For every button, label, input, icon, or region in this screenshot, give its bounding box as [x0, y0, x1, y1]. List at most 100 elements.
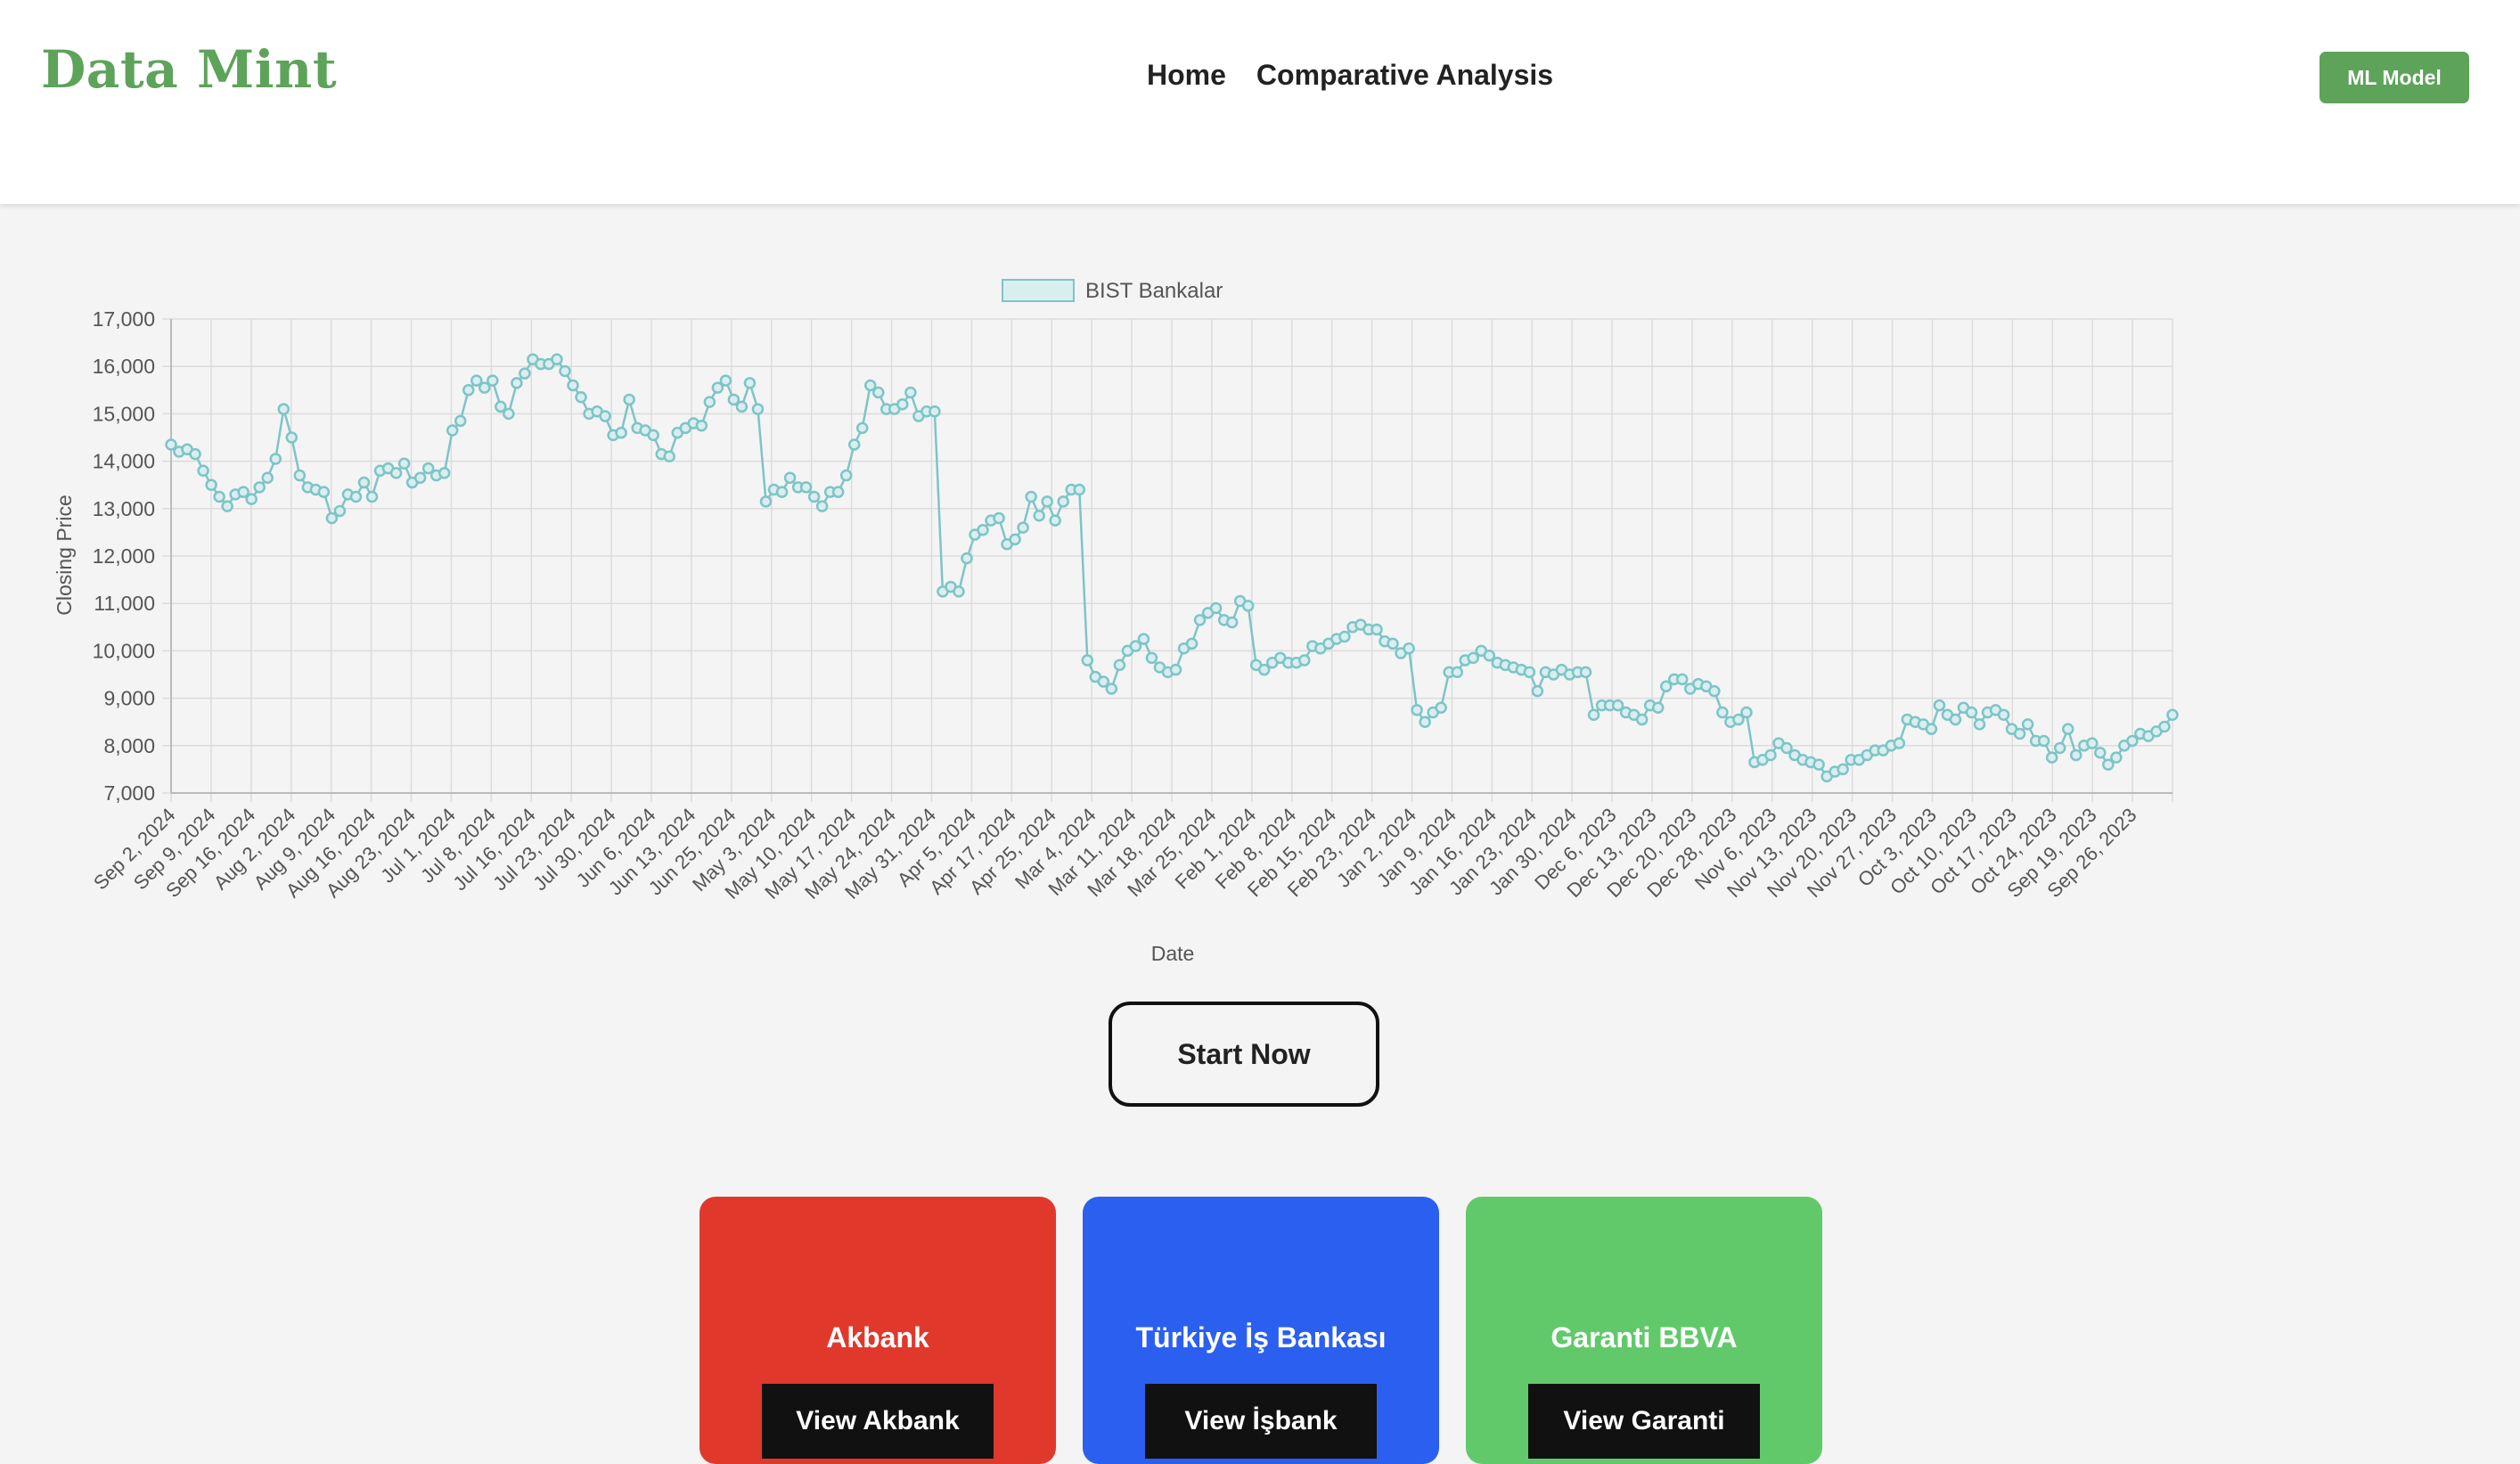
data-point[interactable] — [293, 469, 307, 482]
data-point[interactable] — [1651, 701, 1665, 714]
data-point[interactable] — [245, 493, 258, 505]
data-point[interactable] — [438, 467, 451, 479]
logo[interactable]: Data Mint — [41, 39, 337, 100]
data-point[interactable] — [221, 500, 233, 512]
data-point[interactable] — [317, 486, 331, 498]
data-point[interactable] — [2166, 708, 2179, 721]
data-point[interactable] — [1716, 706, 1729, 719]
data-point[interactable] — [1531, 684, 1544, 698]
data-point[interactable] — [1338, 630, 1351, 643]
data-point[interactable] — [2094, 747, 2107, 759]
data-point[interactable] — [189, 447, 201, 461]
data-point[interactable] — [446, 424, 459, 437]
data-point[interactable] — [1403, 642, 1415, 655]
data-point[interactable] — [269, 453, 282, 465]
data-point[interactable] — [993, 511, 1005, 525]
ml-model-button[interactable]: ML Model — [2320, 52, 2469, 103]
data-point[interactable] — [1933, 699, 1946, 712]
data-point[interactable] — [1893, 737, 1906, 749]
data-point[interactable] — [1764, 748, 1777, 762]
data-point[interactable] — [855, 421, 869, 435]
data-point[interactable] — [2037, 734, 2050, 748]
start-now-button[interactable]: Start Now — [1109, 1002, 1379, 1107]
view-akbank-button[interactable]: View Akbank — [762, 1384, 994, 1459]
data-point[interactable] — [1185, 637, 1199, 650]
data-point[interactable] — [1579, 666, 1592, 679]
data-point[interactable] — [1523, 666, 1536, 679]
data-point[interactable] — [1435, 701, 1447, 714]
data-point[interactable] — [1965, 706, 1978, 719]
data-point[interactable] — [1057, 495, 1069, 508]
data-point[interactable] — [1812, 758, 1825, 771]
data-point[interactable] — [2110, 751, 2123, 764]
data-point[interactable] — [2013, 727, 2026, 740]
data-point[interactable] — [357, 476, 371, 489]
view-isbank-button[interactable]: View İşbank — [1145, 1384, 1377, 1459]
data-point[interactable] — [623, 393, 635, 406]
data-point[interactable] — [1113, 658, 1126, 672]
data-point[interactable] — [977, 523, 989, 536]
data-point[interactable] — [551, 353, 563, 365]
data-point[interactable] — [695, 419, 708, 432]
data-point[interactable] — [365, 490, 379, 503]
data-point[interactable] — [1635, 713, 1649, 726]
nav-comparative-analysis-link[interactable]: Comparative Analysis — [1256, 59, 1553, 92]
data-point[interactable] — [462, 384, 475, 397]
data-point[interactable] — [953, 585, 965, 598]
data-point[interactable] — [735, 400, 749, 413]
data-point[interactable] — [2045, 751, 2058, 764]
data-point[interactable] — [599, 410, 611, 422]
data-point[interactable] — [2158, 720, 2171, 733]
data-point[interactable] — [2086, 737, 2099, 749]
data-point[interactable] — [285, 431, 299, 444]
data-point[interactable] — [1049, 514, 1061, 527]
data-point[interactable] — [1740, 706, 1753, 719]
data-point[interactable] — [487, 374, 499, 387]
data-point[interactable] — [615, 426, 627, 439]
data-point[interactable] — [413, 471, 427, 484]
nav-home-link[interactable]: Home — [1147, 59, 1226, 92]
data-point[interactable] — [511, 377, 523, 389]
data-point[interactable] — [389, 467, 403, 479]
data-point[interactable] — [197, 464, 209, 477]
data-point[interactable] — [1973, 718, 1986, 731]
data-point[interactable] — [1925, 723, 1938, 735]
data-point[interactable] — [1137, 633, 1150, 645]
data-point[interactable] — [1837, 763, 1849, 776]
data-point[interactable] — [333, 504, 347, 518]
data-point[interactable] — [896, 398, 909, 411]
data-point[interactable] — [349, 490, 363, 503]
data-point[interactable] — [1169, 663, 1182, 676]
data-point[interactable] — [1587, 708, 1600, 721]
data-point[interactable] — [1105, 683, 1118, 695]
data-point[interactable] — [575, 391, 587, 404]
data-point[interactable] — [872, 386, 885, 399]
data-point[interactable] — [559, 364, 571, 378]
data-point[interactable] — [2021, 718, 2034, 731]
data-point[interactable] — [1676, 673, 1689, 686]
data-point[interactable] — [213, 490, 225, 503]
data-point[interactable] — [519, 367, 531, 380]
data-point[interactable] — [454, 414, 467, 428]
data-point[interactable] — [1041, 495, 1053, 508]
data-point[interactable] — [253, 481, 266, 494]
data-point[interactable] — [1419, 716, 1431, 728]
data-point[interactable] — [759, 495, 773, 508]
data-point[interactable] — [815, 500, 829, 512]
data-point[interactable] — [1025, 490, 1037, 503]
data-point[interactable] — [1370, 623, 1383, 636]
data-point[interactable] — [751, 403, 765, 415]
data-point[interactable] — [929, 405, 941, 418]
data-point[interactable] — [1451, 666, 1463, 679]
data-point[interactable] — [1225, 616, 1239, 629]
data-point[interactable] — [567, 379, 579, 392]
data-point[interactable] — [1298, 654, 1311, 667]
data-point[interactable] — [1241, 600, 1255, 612]
data-point[interactable] — [807, 490, 821, 503]
data-point[interactable] — [1387, 637, 1399, 650]
data-point[interactable] — [719, 374, 732, 387]
view-garanti-button[interactable]: View Garanti — [1528, 1384, 1760, 1459]
data-point[interactable] — [1145, 651, 1158, 665]
data-point[interactable] — [1009, 533, 1021, 546]
data-point[interactable] — [2061, 723, 2074, 735]
